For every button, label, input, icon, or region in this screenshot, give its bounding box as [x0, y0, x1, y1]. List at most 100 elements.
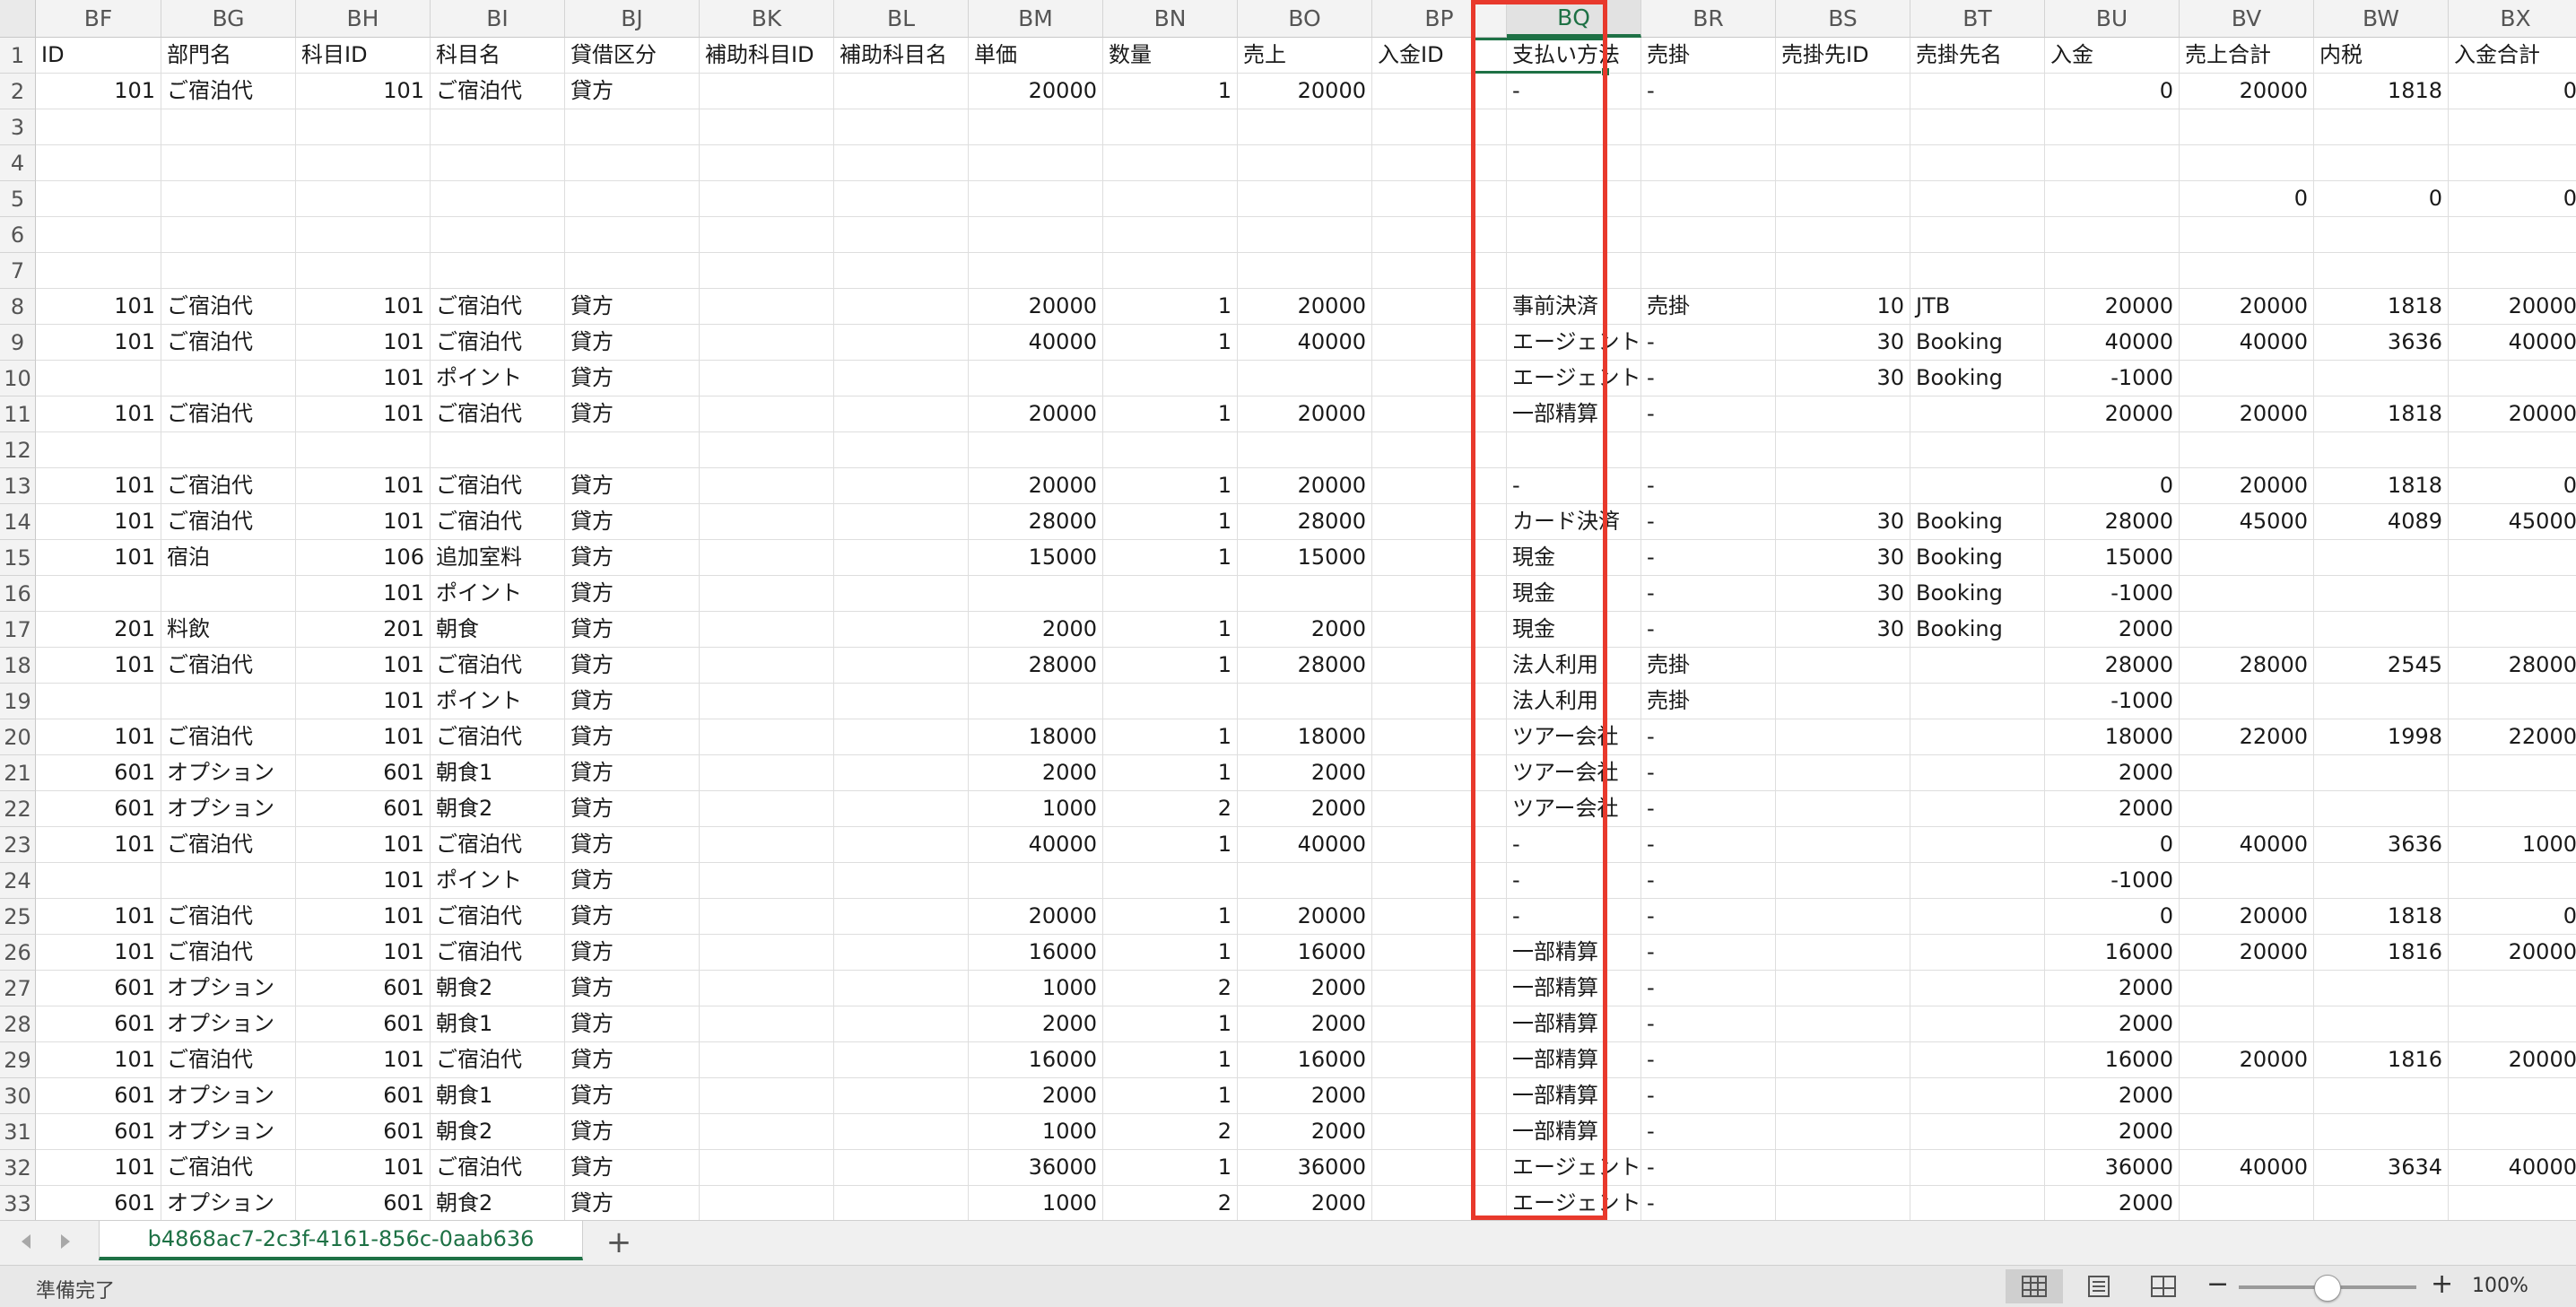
table-cell[interactable]: -1000 [2045, 863, 2180, 899]
table-cell[interactable] [36, 145, 161, 181]
header-cell[interactable]: 内税 [2314, 38, 2449, 74]
table-cell[interactable] [2314, 540, 2449, 576]
table-cell[interactable] [834, 1042, 969, 1078]
row-header[interactable]: 19 [0, 684, 36, 719]
table-cell[interactable] [1103, 217, 1238, 253]
table-cell[interactable] [1238, 684, 1372, 719]
table-cell[interactable]: 1818 [2314, 289, 2449, 325]
table-cell[interactable]: 101 [36, 827, 161, 863]
row-header[interactable]: 31 [0, 1114, 36, 1150]
table-cell[interactable]: 2000 [1238, 971, 1372, 1006]
table-cell[interactable] [1910, 863, 2045, 899]
table-cell[interactable] [36, 361, 161, 396]
table-cell[interactable] [2045, 181, 2180, 217]
table-cell[interactable]: 20000 [2180, 1042, 2314, 1078]
table-cell[interactable]: 1 [1103, 755, 1238, 791]
table-cell[interactable]: 一部精算 [1507, 1114, 1641, 1150]
table-cell[interactable]: 貸方 [565, 1150, 700, 1186]
table-cell[interactable] [834, 145, 969, 181]
header-cell[interactable]: 売掛 [1641, 38, 1776, 74]
table-cell[interactable]: 20000 [1238, 396, 1372, 432]
table-cell[interactable] [834, 540, 969, 576]
table-cell[interactable] [969, 109, 1103, 145]
table-cell[interactable] [2045, 145, 2180, 181]
table-cell[interactable]: 15000 [969, 540, 1103, 576]
table-cell[interactable] [1910, 755, 2045, 791]
table-cell[interactable] [969, 253, 1103, 289]
table-cell[interactable]: 1000 [969, 971, 1103, 1006]
table-cell[interactable] [834, 1150, 969, 1186]
table-cell[interactable]: 1 [1103, 289, 1238, 325]
table-cell[interactable]: 40000 [2045, 325, 2180, 361]
table-cell[interactable]: 1000 [969, 1186, 1103, 1220]
table-cell[interactable] [2449, 755, 2576, 791]
table-cell[interactable]: 601 [296, 1078, 431, 1114]
table-cell[interactable] [834, 684, 969, 719]
table-cell[interactable] [1910, 1042, 2045, 1078]
table-cell[interactable]: 101 [296, 684, 431, 719]
table-cell[interactable]: 601 [296, 971, 431, 1006]
table-cell[interactable]: 2000 [1238, 1006, 1372, 1042]
table-cell[interactable] [1641, 217, 1776, 253]
row-header[interactable]: 30 [0, 1078, 36, 1114]
table-cell[interactable] [969, 432, 1103, 468]
table-cell[interactable]: 貸方 [565, 74, 700, 109]
table-cell[interactable]: 売掛 [1641, 648, 1776, 684]
table-cell[interactable] [565, 109, 700, 145]
header-cell[interactable]: 科目ID [296, 38, 431, 74]
table-cell[interactable]: - [1507, 827, 1641, 863]
table-cell[interactable] [1776, 863, 1910, 899]
table-cell[interactable] [565, 181, 700, 217]
header-cell[interactable]: 単価 [969, 38, 1103, 74]
table-cell[interactable]: オプション [161, 971, 296, 1006]
table-cell[interactable]: 101 [296, 648, 431, 684]
table-cell[interactable]: Booking [1910, 361, 2045, 396]
column-header-br[interactable]: BR [1641, 0, 1776, 38]
table-cell[interactable] [1372, 791, 1507, 827]
table-cell[interactable] [1372, 1114, 1507, 1150]
table-cell[interactable]: 2545 [2314, 648, 2449, 684]
table-cell[interactable]: 追加室料 [431, 540, 565, 576]
table-cell[interactable]: 一部精算 [1507, 935, 1641, 971]
table-cell[interactable] [834, 935, 969, 971]
table-cell[interactable] [1103, 253, 1238, 289]
table-cell[interactable] [2180, 1078, 2314, 1114]
table-cell[interactable]: 101 [36, 289, 161, 325]
table-cell[interactable] [565, 253, 700, 289]
prev-sheet-button[interactable] [13, 1228, 39, 1255]
row-header[interactable]: 6 [0, 217, 36, 253]
table-cell[interactable] [1910, 684, 2045, 719]
table-cell[interactable] [700, 1114, 834, 1150]
table-cell[interactable]: 1 [1103, 468, 1238, 504]
table-cell[interactable] [834, 791, 969, 827]
table-cell[interactable] [1776, 1042, 1910, 1078]
table-cell[interactable] [161, 684, 296, 719]
row-header[interactable]: 28 [0, 1006, 36, 1042]
table-cell[interactable] [700, 289, 834, 325]
table-cell[interactable]: 1 [1103, 719, 1238, 755]
table-cell[interactable]: 40000 [2449, 325, 2576, 361]
header-cell[interactable]: ID [36, 38, 161, 74]
table-cell[interactable] [700, 432, 834, 468]
table-cell[interactable] [36, 181, 161, 217]
table-cell[interactable] [1507, 181, 1641, 217]
table-cell[interactable]: - [1641, 899, 1776, 935]
column-header-bo[interactable]: BO [1238, 0, 1372, 38]
spreadsheet-grid[interactable]: BFBGBHBIBJBKBLBMBNBOBPBQBRBSBTBUBVBWBXBY… [0, 0, 2576, 1220]
column-header-bm[interactable]: BM [969, 0, 1103, 38]
table-cell[interactable]: 101 [36, 719, 161, 755]
table-cell[interactable]: 2 [1103, 1186, 1238, 1220]
table-cell[interactable]: 1 [1103, 74, 1238, 109]
table-cell[interactable]: 601 [36, 791, 161, 827]
table-cell[interactable]: 2 [1103, 791, 1238, 827]
table-cell[interactable] [1776, 755, 1910, 791]
table-cell[interactable]: 朝食1 [431, 1006, 565, 1042]
table-cell[interactable]: - [1507, 899, 1641, 935]
table-cell[interactable] [1910, 74, 2045, 109]
table-cell[interactable]: 20000 [2449, 1042, 2576, 1078]
table-cell[interactable]: - [1641, 361, 1776, 396]
table-cell[interactable]: 0 [2045, 899, 2180, 935]
table-cell[interactable] [161, 432, 296, 468]
table-cell[interactable]: ツアー会社 [1507, 755, 1641, 791]
table-cell[interactable] [700, 684, 834, 719]
